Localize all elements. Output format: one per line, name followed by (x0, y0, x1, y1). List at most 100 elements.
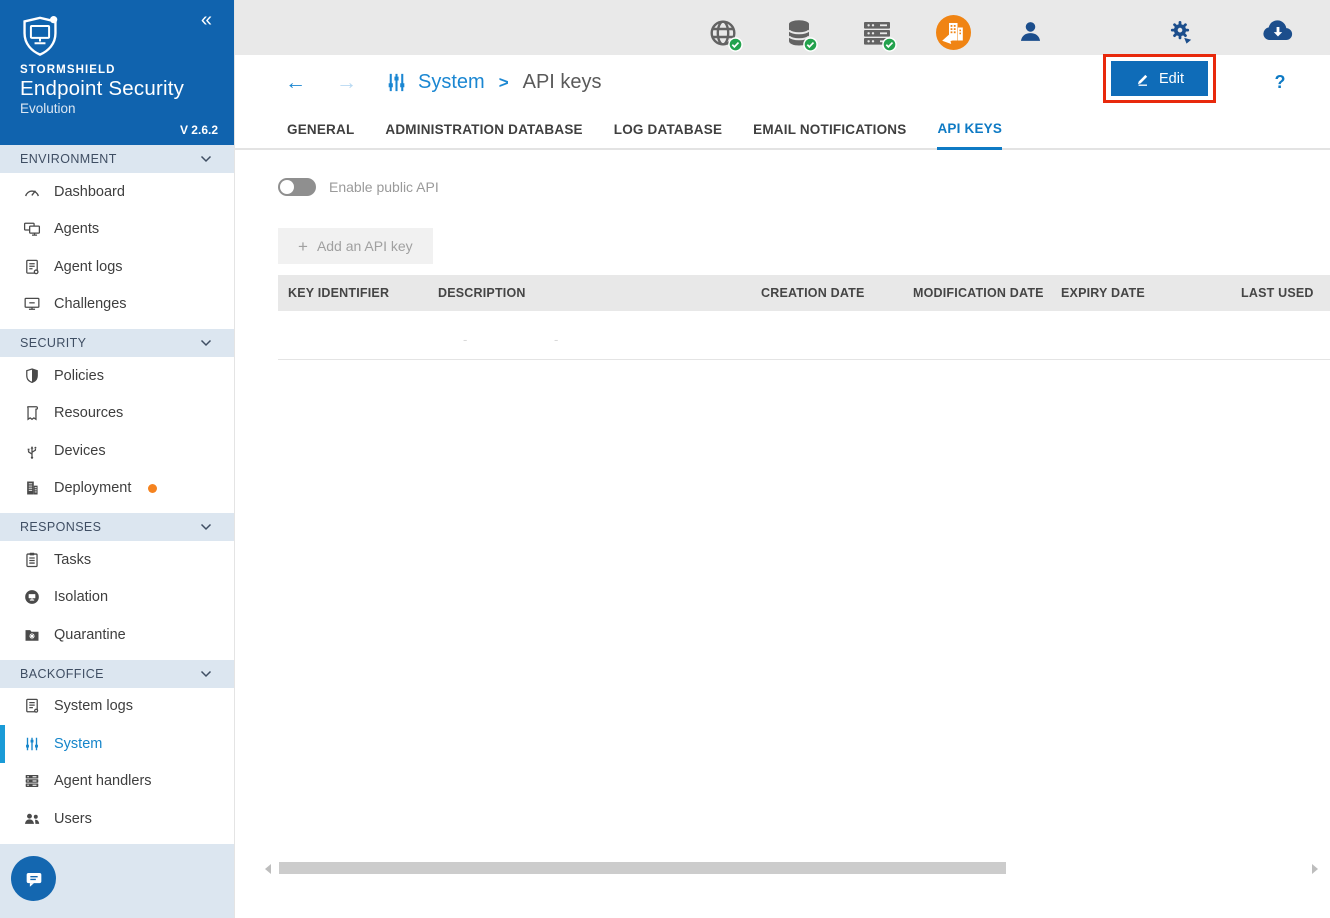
sidebar-item-system-logs[interactable]: System logs (0, 688, 234, 726)
column-header-key-identifier[interactable]: KEY IDENTIFIER (278, 286, 428, 300)
scrollbar-thumb[interactable] (279, 862, 1006, 874)
topbar (235, 0, 1330, 55)
server-status-icon[interactable] (862, 18, 892, 53)
section-label: RESPONSES (20, 520, 101, 534)
services-gear-icon[interactable] (1166, 18, 1194, 51)
monitors-icon (23, 220, 41, 238)
user-icon[interactable] (1017, 18, 1044, 50)
collapse-sidebar-button[interactable]: « (201, 10, 212, 30)
sidebar-item-label: Policies (54, 368, 104, 384)
help-button[interactable]: ? (1269, 72, 1291, 93)
sidebar-item-resources[interactable]: Resources (0, 395, 234, 433)
pencil-icon (1135, 71, 1151, 87)
sidebar-nav: ENVIRONMENT Dashboard Agents Agent logs (0, 145, 234, 844)
section-responses-items: Tasks Isolation Quarantine (0, 541, 234, 660)
edit-button[interactable]: Edit (1111, 61, 1208, 96)
breadcrumb-separator: > (499, 73, 509, 93)
stormshield-logo-icon (20, 14, 60, 58)
sidebar-item-label: Agent handlers (54, 773, 152, 789)
users-icon (23, 810, 41, 828)
column-header-modification-date[interactable]: MODIFICATION DATE (903, 286, 1051, 300)
sidebar-item-agents[interactable]: Agents (0, 211, 234, 249)
cloud-download-icon[interactable] (1261, 18, 1295, 49)
usb-icon (23, 442, 41, 460)
column-header-last-used[interactable]: LAST USED (1231, 286, 1330, 300)
sidebar-item-label: Tasks (54, 552, 91, 568)
quarantine-icon (23, 626, 41, 644)
tab-general[interactable]: GENERAL (287, 110, 354, 150)
sidebar-item-system[interactable]: System (0, 725, 234, 763)
section-backoffice-items: System logs System Agent handlers Users (0, 688, 234, 844)
brand-name: STORMSHIELD (20, 64, 216, 76)
sidebar-item-users[interactable]: Users (0, 800, 234, 838)
sidebar-item-label: Deployment (54, 480, 131, 496)
scroll-left-arrow[interactable] (265, 864, 271, 874)
sidebar-item-isolation[interactable]: Isolation (0, 579, 234, 617)
sidebar-item-tasks[interactable]: Tasks (0, 541, 234, 579)
scroll-icon (23, 404, 41, 422)
sidebar-item-challenges[interactable]: Challenges (0, 286, 234, 324)
add-api-key-label: Add an API key (317, 238, 413, 254)
brand-product: Endpoint Security (20, 77, 216, 101)
tab-email-notifications[interactable]: EMAIL NOTIFICATIONS (753, 110, 906, 150)
globe-status-icon[interactable] (708, 18, 738, 53)
annotation-highlight: Edit (1103, 54, 1216, 103)
table-row-empty: - - (278, 311, 1330, 360)
sidebar-item-label: Users (54, 811, 92, 827)
column-header-expiry-date[interactable]: EXPIRY DATE (1051, 286, 1231, 300)
sidebar-item-policies[interactable]: Policies (0, 357, 234, 395)
sidebar-item-label: Agents (54, 221, 99, 237)
breadcrumb-system[interactable]: System (418, 71, 485, 94)
deployment-alert-icon[interactable] (936, 15, 971, 55)
sidebar-item-dashboard[interactable]: Dashboard (0, 173, 234, 211)
sidebar-item-deployment[interactable]: Deployment (0, 470, 234, 508)
column-header-description[interactable]: DESCRIPTION (428, 286, 751, 300)
sliders-icon (23, 735, 41, 753)
sidebar-item-agent-handlers[interactable]: Agent handlers (0, 763, 234, 801)
section-label: BACKOFFICE (20, 667, 104, 681)
feedback-chat-button[interactable] (11, 856, 56, 901)
add-api-key-button[interactable]: + Add an API key (278, 228, 433, 264)
section-backoffice[interactable]: BACKOFFICE (0, 660, 234, 688)
tab-administration-database[interactable]: ADMINISTRATION DATABASE (385, 110, 582, 150)
brand-block: « STORMSHIELD Endpoint Security Evolutio… (0, 0, 234, 145)
sidebar-item-label: System logs (54, 698, 133, 714)
document-log-icon (23, 258, 41, 276)
forward-button[interactable]: → (336, 72, 357, 93)
section-responses[interactable]: RESPONSES (0, 513, 234, 541)
section-security-items: Policies Resources Devices Deployment (0, 357, 234, 513)
enable-public-api-toggle[interactable] (278, 178, 316, 196)
section-security[interactable]: SECURITY (0, 329, 234, 357)
empty-cell-dash: - (463, 332, 467, 347)
scroll-right-arrow[interactable] (1312, 864, 1318, 874)
plus-icon: + (298, 238, 308, 255)
section-label: SECURITY (20, 336, 86, 350)
sidebar-item-label: Agent logs (54, 259, 123, 275)
notification-dot (148, 484, 157, 493)
system-sliders-icon (385, 71, 408, 94)
column-header-creation-date[interactable]: CREATION DATE (751, 286, 903, 300)
status-ok-badge (803, 37, 818, 57)
page-header: ← → System > API keys Edit ? (235, 55, 1330, 110)
back-button[interactable]: ← (285, 72, 306, 93)
sidebar-item-label: Dashboard (54, 184, 125, 200)
section-environment[interactable]: ENVIRONMENT (0, 145, 234, 173)
section-label: ENVIRONMENT (20, 152, 117, 166)
enable-public-api-row: Enable public API (278, 178, 439, 196)
empty-cell-dash: - (554, 332, 558, 347)
tab-api-keys[interactable]: API KEYS (937, 110, 1002, 150)
sidebar-item-agent-logs[interactable]: Agent logs (0, 248, 234, 286)
tab-bar: GENERAL ADMINISTRATION DATABASE LOG DATA… (235, 110, 1330, 150)
isolation-icon (23, 588, 41, 606)
gauge-icon (23, 183, 41, 201)
table-header-row: KEY IDENTIFIER DESCRIPTION CREATION DATE… (278, 275, 1330, 311)
database-status-icon[interactable] (785, 18, 813, 53)
sidebar-item-quarantine[interactable]: Quarantine (0, 616, 234, 654)
building-icon (23, 479, 41, 497)
main-area: ← → System > API keys Edit ? GENERAL ADM… (235, 0, 1330, 918)
section-environment-items: Dashboard Agents Agent logs Challenges (0, 173, 234, 329)
tab-log-database[interactable]: LOG DATABASE (614, 110, 722, 150)
status-ok-badge (728, 37, 743, 57)
server-icon (23, 772, 41, 790)
sidebar-item-devices[interactable]: Devices (0, 432, 234, 470)
